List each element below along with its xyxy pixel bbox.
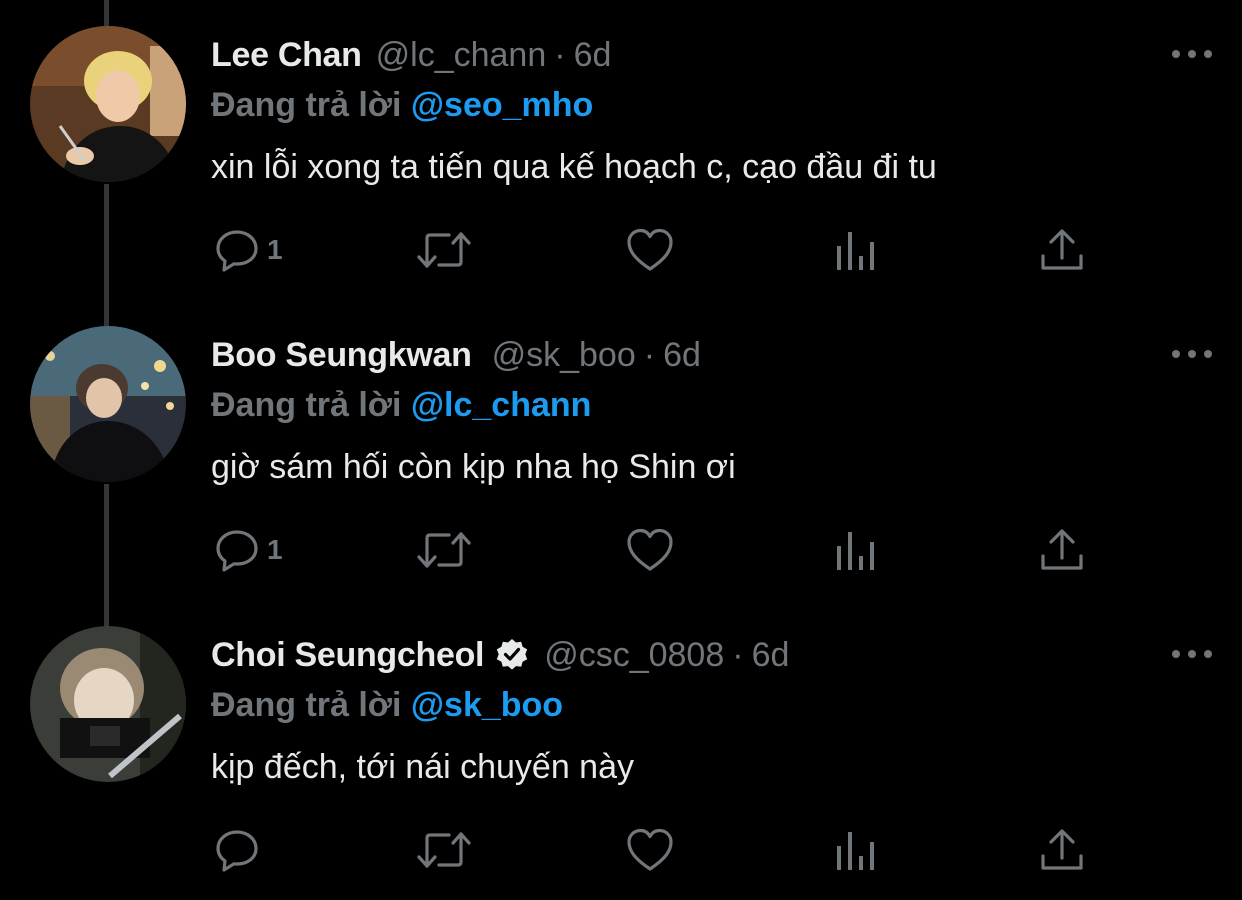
like-button[interactable] bbox=[625, 524, 675, 576]
retweet-button[interactable] bbox=[415, 224, 473, 276]
replying-to-handle[interactable]: @seo_mho bbox=[411, 86, 593, 124]
replying-to: Đang trả lời @lc_chann bbox=[211, 380, 591, 430]
analytics-icon bbox=[837, 232, 874, 270]
retweet-icon bbox=[417, 832, 471, 868]
reply-icon bbox=[216, 530, 258, 572]
reply-count: 1 bbox=[267, 234, 283, 265]
more-icon[interactable] bbox=[1172, 36, 1212, 72]
like-button[interactable] bbox=[625, 824, 675, 876]
like-button[interactable] bbox=[625, 224, 675, 276]
tweet-header: Choi Seungcheol @csc_0808 · 6d bbox=[211, 630, 789, 680]
like-icon bbox=[627, 528, 673, 571]
tweet-actions bbox=[211, 824, 1111, 876]
display-name[interactable]: Choi Seungcheol bbox=[211, 630, 484, 680]
replying-to-label: Đang trả lời bbox=[211, 386, 402, 424]
like-icon bbox=[627, 228, 673, 271]
reply-icon bbox=[216, 230, 258, 272]
like-icon bbox=[627, 828, 673, 871]
user-handle[interactable]: @lc_chann bbox=[376, 30, 547, 80]
separator: · bbox=[554, 36, 566, 74]
reply-count: 1 bbox=[267, 534, 283, 565]
retweet-icon bbox=[417, 532, 471, 568]
avatar[interactable] bbox=[30, 26, 186, 182]
replying-to: Đang trả lời @seo_mho bbox=[211, 80, 593, 130]
verified-badge-icon bbox=[496, 639, 528, 670]
share-button[interactable] bbox=[1039, 524, 1085, 576]
user-handle[interactable]: @csc_0808 bbox=[544, 630, 724, 680]
tweet-actions: 1 bbox=[211, 524, 1111, 576]
tweet-text: giờ sám hối còn kịp nha họ Shin ơi bbox=[211, 448, 736, 486]
reply-button[interactable]: 1 bbox=[213, 524, 283, 576]
analytics-button[interactable] bbox=[835, 224, 879, 276]
tweet[interactable]: Boo Seungkwan @sk_boo · 6d Đang trả lời … bbox=[0, 300, 1242, 600]
tweet-header: Lee Chan @lc_chann · 6d bbox=[211, 30, 611, 80]
retweet-icon bbox=[417, 232, 471, 268]
share-icon bbox=[1041, 229, 1083, 270]
more-icon[interactable] bbox=[1172, 636, 1212, 672]
tweet-header: Boo Seungkwan @sk_boo · 6d bbox=[211, 330, 701, 380]
separator: · bbox=[732, 636, 744, 674]
timestamp[interactable]: 6d bbox=[663, 330, 701, 380]
share-icon bbox=[1041, 829, 1083, 870]
tweet-text: xin lỗi xong ta tiến qua kế hoạch c, cạo… bbox=[211, 148, 937, 186]
more-icon[interactable] bbox=[1172, 336, 1212, 372]
tweet-actions: 1 bbox=[211, 224, 1111, 276]
user-handle[interactable]: @sk_boo bbox=[492, 330, 636, 380]
tweet-text: kịp đếch, tới nái chuyến này bbox=[211, 748, 634, 786]
reply-button[interactable] bbox=[213, 824, 267, 876]
reply-button[interactable]: 1 bbox=[213, 224, 283, 276]
avatar[interactable] bbox=[30, 626, 186, 782]
replying-to-label: Đang trả lời bbox=[211, 86, 402, 124]
analytics-button[interactable] bbox=[835, 824, 879, 876]
analytics-button[interactable] bbox=[835, 524, 879, 576]
avatar[interactable] bbox=[30, 326, 186, 482]
share-button[interactable] bbox=[1039, 224, 1085, 276]
tweet[interactable]: Lee Chan @lc_chann · 6d Đang trả lời @se… bbox=[0, 0, 1242, 300]
display-name[interactable]: Lee Chan bbox=[211, 30, 362, 80]
analytics-icon bbox=[837, 832, 874, 870]
tweet[interactable]: Choi Seungcheol @csc_0808 · 6d Đang trả … bbox=[0, 600, 1242, 900]
timestamp[interactable]: 6d bbox=[752, 630, 790, 680]
replying-to-handle[interactable]: @sk_boo bbox=[411, 686, 563, 724]
share-icon bbox=[1041, 529, 1083, 570]
share-button[interactable] bbox=[1039, 824, 1085, 876]
display-name[interactable]: Boo Seungkwan bbox=[211, 330, 472, 380]
analytics-icon bbox=[837, 532, 874, 570]
timestamp[interactable]: 6d bbox=[574, 30, 612, 80]
retweet-button[interactable] bbox=[415, 524, 473, 576]
replying-to-label: Đang trả lời bbox=[211, 686, 402, 724]
retweet-button[interactable] bbox=[415, 824, 473, 876]
separator: · bbox=[643, 336, 656, 374]
conversation-thread: Lee Chan @lc_chann · 6d Đang trả lời @se… bbox=[0, 0, 1242, 900]
replying-to-handle[interactable]: @lc_chann bbox=[411, 386, 592, 424]
reply-icon bbox=[216, 830, 258, 872]
replying-to: Đang trả lời @sk_boo bbox=[211, 680, 563, 730]
